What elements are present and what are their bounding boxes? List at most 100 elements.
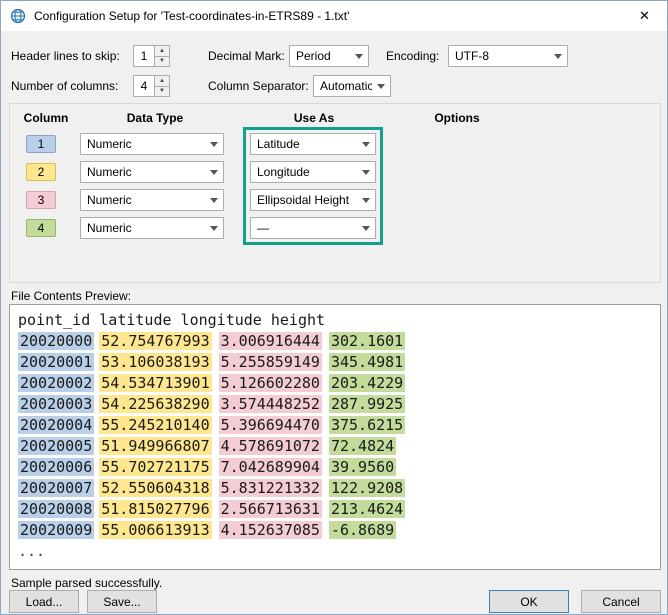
data-type-dropdown-2[interactable]: Numeric — [80, 161, 224, 183]
chevron-down-icon — [355, 54, 363, 59]
spinner-buttons: ▲ ▼ — [154, 76, 169, 96]
chevron-down-icon — [362, 142, 370, 147]
spinner-down-icon[interactable]: ▼ — [155, 86, 169, 97]
column-badge-1: 1 — [26, 135, 56, 153]
column-badge-3: 3 — [26, 191, 56, 209]
preview-cell: 53.106038193 — [99, 353, 211, 371]
use-as-dropdown-3[interactable]: Ellipsoidal Height — [250, 189, 376, 211]
use-as-dropdown-2[interactable]: Longitude — [250, 161, 376, 183]
number-of-columns-spinner[interactable]: 4 ▲ ▼ — [133, 75, 170, 97]
spinner-buttons: ▲ ▼ — [154, 46, 169, 66]
chevron-down-icon — [210, 170, 218, 175]
preview-cell: 5.831221332 — [219, 479, 322, 497]
ok-button[interactable]: OK — [489, 590, 569, 613]
data-type-dropdown-1[interactable]: Numeric — [80, 133, 224, 155]
preview-cell: 345.4981 — [329, 353, 405, 371]
chevron-down-icon — [554, 54, 562, 59]
number-of-columns-label: Number of columns: — [11, 75, 118, 97]
preview-cell: 122.9208 — [329, 479, 405, 497]
use-as-dropdown-4[interactable]: — — [250, 217, 376, 239]
titlebar[interactable]: Configuration Setup for 'Test-coordinate… — [1, 1, 667, 31]
preview-row: 20020009 55.006613913 4.152637085 -6.8689 — [18, 520, 652, 541]
header-lines-spinner[interactable]: 1 ▲ ▼ — [133, 45, 170, 67]
preview-cell: 375.6215 — [329, 416, 405, 434]
cancel-button[interactable]: Cancel — [581, 590, 661, 613]
preview-row: 2002000752.5506043185.831221332122.9208 — [18, 478, 652, 499]
preview-row: 2002000455.2452101405.396694470375.6215 — [18, 415, 652, 436]
column-badge-4: 4 — [26, 219, 56, 237]
preview-row: 2002000551.9499668074.57869107272.4824 — [18, 436, 652, 457]
preview-row: 20020006 55.702721175 7.042689904 39.9560 — [18, 457, 652, 478]
decimal-mark-value: Period — [296, 49, 331, 63]
preview-cell: -6.8689 — [329, 521, 396, 539]
preview-cell: 302.1601 — [329, 332, 405, 350]
preview-cell: 54.225638290 — [99, 395, 211, 413]
preview-cell: 20020006 — [18, 458, 94, 476]
use-as-value: — — [257, 221, 269, 235]
preview-cell: 54.534713901 — [99, 374, 211, 392]
use-as-value: Latitude — [257, 137, 300, 151]
decimal-mark-dropdown[interactable]: Period — [289, 45, 369, 67]
column-separator-dropdown[interactable]: Automatic — [313, 75, 391, 97]
column-badge-2: 2 — [26, 163, 56, 181]
column-config-row-1: 1 Numeric Latitude — [10, 130, 660, 158]
preview-cell: 55.702721175 — [99, 458, 211, 476]
encoding-value: UTF-8 — [455, 49, 489, 63]
use-as-header: Use As — [244, 111, 384, 125]
spinner-up-icon[interactable]: ▲ — [155, 46, 169, 56]
preview-cell: 39.9560 — [329, 458, 396, 476]
window-title: Configuration Setup for 'Test-coordinate… — [34, 9, 349, 23]
globe-icon — [10, 8, 26, 24]
preview-cell: 5.255859149 — [219, 353, 322, 371]
use-as-value: Ellipsoidal Height — [257, 193, 349, 207]
preview-cell: 51.815027796 — [99, 500, 211, 518]
spinner-down-icon[interactable]: ▼ — [155, 56, 169, 67]
load-button[interactable]: Load... — [9, 590, 79, 613]
preview-cell: 20020009 — [18, 521, 94, 539]
use-as-dropdown-1[interactable]: Latitude — [250, 133, 376, 155]
chevron-down-icon — [210, 142, 218, 147]
configuration-setup-dialog: Configuration Setup for 'Test-coordinate… — [0, 0, 668, 615]
close-button[interactable]: ✕ — [622, 1, 667, 31]
column-header: Column — [14, 111, 78, 125]
options-header: Options — [382, 111, 532, 125]
preview-cell: 55.006613913 — [99, 521, 211, 539]
settings-row-1: Header lines to skip: 1 ▲ ▼ Decimal Mark… — [1, 45, 667, 67]
spinner-up-icon[interactable]: ▲ — [155, 76, 169, 86]
chevron-down-icon — [362, 170, 370, 175]
data-type-value: Numeric — [87, 137, 132, 151]
chevron-down-icon — [362, 198, 370, 203]
chevron-down-icon — [210, 226, 218, 231]
status-message: Sample parsed successfully. — [11, 576, 162, 590]
preview-cell: 4.578691072 — [219, 437, 322, 455]
preview-cell: 72.4824 — [329, 437, 396, 455]
data-type-header: Data Type — [80, 111, 230, 125]
preview-cell: 213.4624 — [329, 500, 405, 518]
column-config-row-4: 4 Numeric — — [10, 214, 660, 242]
data-type-dropdown-4[interactable]: Numeric — [80, 217, 224, 239]
data-type-value: Numeric — [87, 221, 132, 235]
preview-cell: 20020003 — [18, 395, 94, 413]
file-contents-preview-panel[interactable]: point_id latitude longitude height 20020… — [9, 304, 661, 570]
preview-row: 2002000254.5347139015.126602280203.4229 — [18, 373, 652, 394]
save-button[interactable]: Save... — [87, 590, 157, 613]
data-type-dropdown-3[interactable]: Numeric — [80, 189, 224, 211]
preview-ellipsis: ... — [18, 541, 652, 562]
use-as-value: Longitude — [257, 165, 310, 179]
data-type-value: Numeric — [87, 165, 132, 179]
preview-cell: 20020000 — [18, 332, 94, 350]
preview-cell: 2.566713631 — [219, 500, 322, 518]
preview-cell: 20020004 — [18, 416, 94, 434]
column-separator-label: Column Separator: — [208, 75, 309, 97]
header-lines-value[interactable]: 1 — [134, 46, 154, 66]
preview-cell: 4.152637085 — [219, 521, 322, 539]
column-config-row-3: 3 Numeric Ellipsoidal Height — [10, 186, 660, 214]
preview-cell: 7.042689904 — [219, 458, 322, 476]
number-of-columns-value[interactable]: 4 — [134, 76, 154, 96]
preview-cell: 52.550604318 — [99, 479, 211, 497]
preview-cell: 55.245210140 — [99, 416, 211, 434]
preview-cell: 3.006916444 — [219, 332, 322, 350]
preview-cell: 287.9925 — [329, 395, 405, 413]
encoding-dropdown[interactable]: UTF-8 — [448, 45, 568, 67]
column-configuration-group: Column Data Type Use As Options 1 Numeri… — [9, 103, 661, 283]
